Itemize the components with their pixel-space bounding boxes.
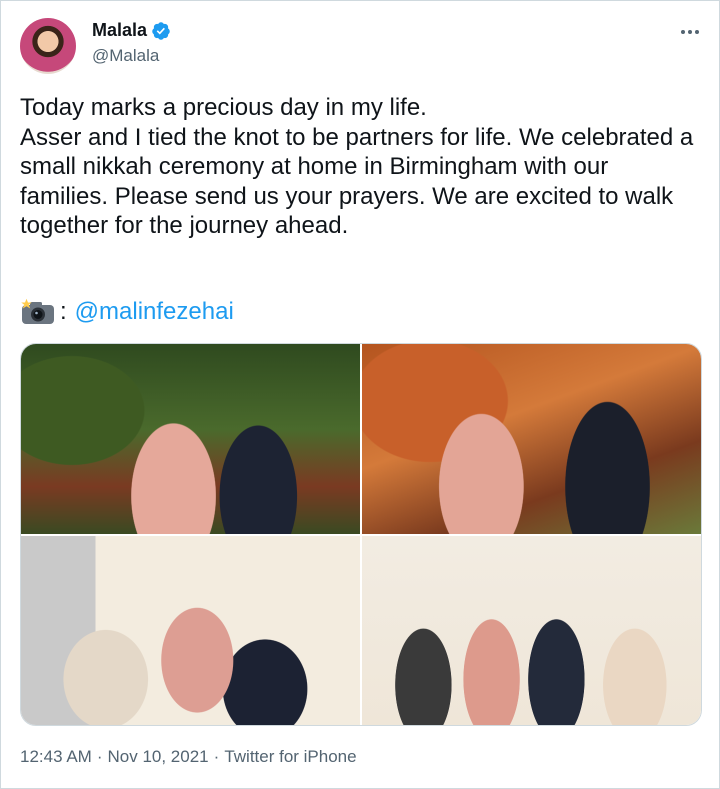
meta-separator: · <box>213 747 220 766</box>
photo-credit-line: : @malinfezehai <box>20 297 234 327</box>
photographer-mention-link[interactable]: @malinfezehai <box>75 297 234 327</box>
tweet-text: Today marks a precious day in my life. A… <box>20 94 694 240</box>
tweet-card: Malala @Malala Today marks a precious da… <box>0 0 720 789</box>
tweet-time[interactable]: 12:43 AM <box>20 747 92 767</box>
media-grid <box>20 343 702 726</box>
author-name[interactable]: Malala <box>92 20 147 41</box>
credit-colon: : <box>60 298 67 325</box>
autumn-leaves-portrait-photo[interactable] <box>362 344 701 534</box>
tweet-metadata: 12:43 AM · Nov 10, 2021 · Twitter for iP… <box>20 747 357 767</box>
family-group-photo[interactable] <box>362 536 701 725</box>
tweet-date[interactable]: Nov 10, 2021 <box>108 747 209 767</box>
author-handle[interactable]: @Malala <box>92 46 159 66</box>
more-options-icon[interactable] <box>677 23 703 41</box>
avatar[interactable] <box>20 18 76 74</box>
camera-flash-icon <box>20 298 56 326</box>
nikkah-signing-photo[interactable] <box>21 536 360 725</box>
author-name-row[interactable]: Malala <box>92 20 171 41</box>
garden-portrait-photo[interactable] <box>21 344 360 534</box>
tweet-source[interactable]: Twitter for iPhone <box>224 747 356 767</box>
meta-separator: · <box>96 747 103 766</box>
verified-badge-icon <box>151 21 171 41</box>
